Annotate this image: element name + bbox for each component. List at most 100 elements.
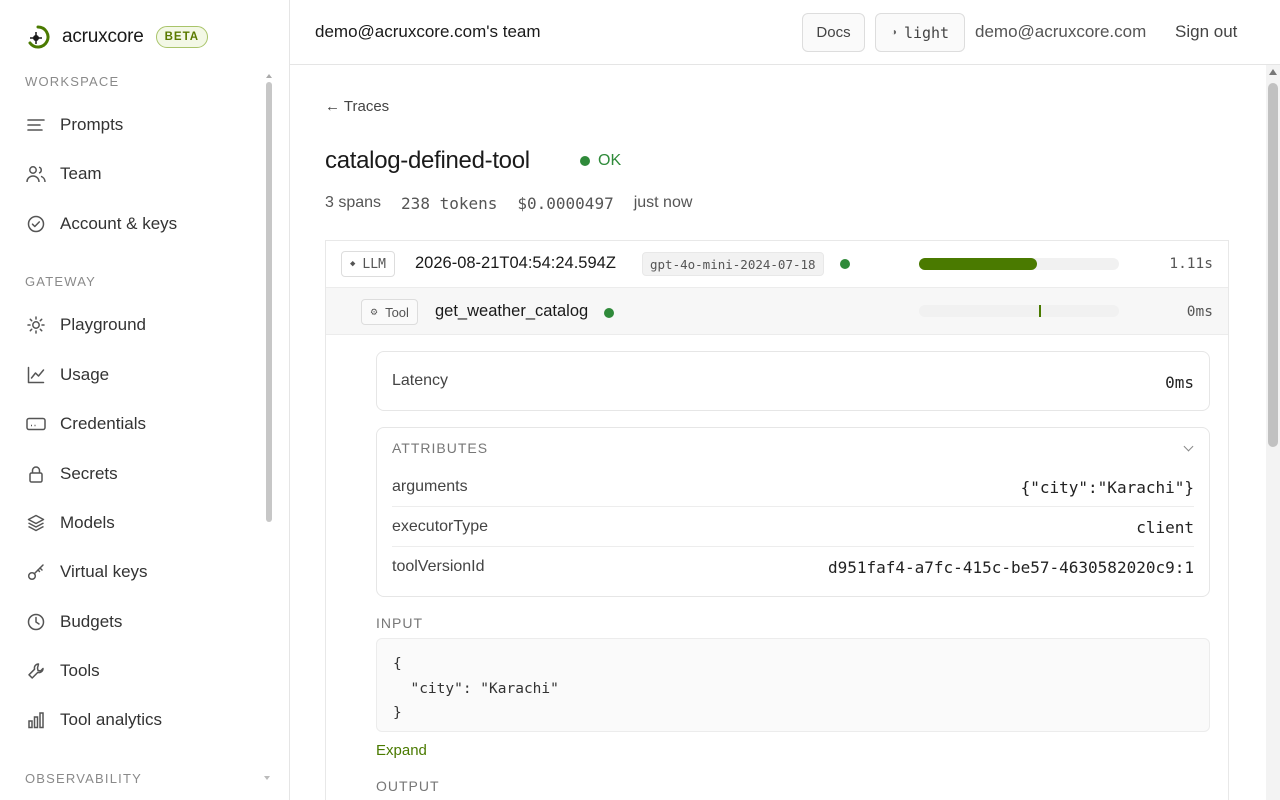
chevron-down-icon[interactable] — [1183, 441, 1194, 452]
attribute-key: toolVersionId — [392, 558, 485, 575]
attribute-value: client — [1136, 518, 1194, 537]
clock-icon — [25, 611, 47, 633]
attribute-row: toolVersionId d951faf4-a7fc-415c-be57-46… — [392, 547, 1194, 587]
main-scrollbar[interactable] — [1266, 65, 1280, 800]
status-dot-icon — [580, 156, 590, 166]
section-gateway: GATEWAY — [25, 274, 96, 289]
latency-label: Latency — [392, 372, 449, 389]
sidebar-item-tools[interactable]: Tools — [25, 653, 265, 689]
bars-icon — [25, 709, 47, 731]
docs-button[interactable]: Docs — [802, 13, 865, 52]
key-icon — [25, 561, 47, 583]
theme-label: light — [903, 23, 950, 42]
attribute-value: {"city":"Karachi"} — [1020, 478, 1194, 497]
span-status-dot-icon — [840, 259, 850, 269]
sidebar-scroll-up[interactable] — [266, 74, 272, 78]
sidebar-item-playground[interactable]: Playground — [25, 307, 265, 343]
main-content: ← Traces catalog-defined-tool OK 3 spans… — [290, 65, 1266, 800]
span-row-tool[interactable]: ⚙ Tool get_weather_catalog 0ms — [326, 288, 1228, 335]
acruxcore-logo-icon — [25, 24, 51, 50]
attribute-value: d951faf4-a7fc-415c-be57-4630582020c9:1 — [827, 558, 1194, 577]
brand-name: acruxcore — [62, 26, 144, 47]
sidebar-item-label: Models — [60, 513, 115, 532]
token-count: 238 tokens — [401, 194, 498, 213]
layers-icon — [25, 512, 47, 534]
sidebar-item-secrets[interactable]: Secrets — [25, 456, 265, 492]
users-icon — [25, 163, 47, 185]
model-tag: gpt-4o-mini-2024-07-18 — [642, 252, 824, 276]
sidebar-item-usage[interactable]: Usage — [25, 357, 265, 393]
sidebar-item-tool-analytics[interactable]: Tool analytics — [25, 702, 265, 738]
chart-icon — [25, 364, 47, 386]
attribute-row: arguments {"city":"Karachi"} — [392, 467, 1194, 507]
sidebar-item-label: Playground — [60, 315, 147, 334]
latency-value: 0ms — [1165, 373, 1194, 392]
section-workspace: WORKSPACE — [25, 74, 120, 89]
trace-time: just now — [633, 194, 693, 211]
trace-meta: 3 spans 238 tokens $0.0000497 just now — [325, 194, 692, 213]
sidebar-item-label: Team — [60, 164, 102, 183]
input-heading: INPUT — [376, 615, 423, 631]
span-kind-label: LLM — [362, 256, 386, 272]
scrollbar-thumb[interactable] — [1268, 83, 1278, 447]
sidebar-scrollbar[interactable] — [266, 82, 272, 522]
sidebar-item-account-keys[interactable]: Account & keys — [25, 206, 265, 242]
sidebar-item-team[interactable]: Team — [25, 156, 265, 192]
sidebar-item-label: Secrets — [60, 464, 118, 483]
wrench-icon — [25, 660, 47, 682]
sidebar-item-models[interactable]: Models — [25, 505, 265, 541]
beta-badge: BETA — [155, 26, 209, 48]
span-status-dot-icon — [604, 308, 614, 318]
span-name: get_weather_catalog — [435, 302, 589, 320]
output-heading: OUTPUT — [376, 778, 440, 794]
trace-tree: ◆ LLM 2026-08-21T04:54:24.594Z gpt-4o-mi… — [325, 240, 1229, 800]
span-duration: 0ms — [1186, 304, 1213, 320]
lock-icon — [25, 463, 47, 485]
sidebar-item-label: Tool analytics — [60, 710, 163, 729]
gear-icon: ⚙ — [370, 306, 379, 317]
sidebar-item-label: Account & keys — [60, 214, 178, 233]
sun-icon — [25, 314, 47, 336]
span-row-llm[interactable]: ◆ LLM 2026-08-21T04:54:24.594Z gpt-4o-mi… — [326, 241, 1228, 288]
attribute-row: executorType client — [392, 507, 1194, 547]
sidebar: acruxcore BETA WORKSPACE Prompts Team Ac… — [0, 0, 290, 800]
theme-toggle-button[interactable]: ◑ light — [875, 13, 965, 52]
span-duration: 1.11s — [1169, 256, 1213, 272]
span-name: 2026-08-21T04:54:24.594Z — [415, 254, 616, 272]
input-code-block: { "city": "Karachi" } — [376, 638, 1210, 732]
span-count: 3 spans — [325, 194, 382, 211]
scroll-up-arrow-icon[interactable] — [1269, 69, 1277, 75]
sidebar-item-label: Virtual keys — [60, 562, 148, 581]
back-to-traces-link[interactable]: ← Traces — [325, 98, 389, 115]
attribute-key: executorType — [392, 518, 489, 535]
team-name[interactable]: demo@acruxcore.com's team — [315, 22, 541, 42]
chevron-down-icon[interactable] — [264, 776, 270, 780]
attributes-heading[interactable]: ATTRIBUTES — [392, 440, 488, 456]
check-circle-icon — [25, 213, 47, 235]
span-kind-label: Tool — [385, 304, 409, 320]
section-observability[interactable]: OBSERVABILITY — [25, 771, 142, 786]
sidebar-item-label: Budgets — [60, 612, 123, 631]
sidebar-item-label: Credentials — [60, 414, 146, 433]
span-kind-badge: ⚙ Tool — [361, 299, 418, 325]
span-duration-bar-tick — [1039, 305, 1041, 317]
status-badge: OK — [580, 152, 621, 170]
latency-card: Latency 0ms — [376, 351, 1210, 411]
sidebar-item-credentials[interactable]: Credentials — [25, 406, 265, 442]
span-duration-bar — [919, 258, 1119, 270]
sidebar-item-prompts[interactable]: Prompts — [25, 107, 265, 143]
brand[interactable]: acruxcore BETA — [25, 22, 209, 52]
status-label: OK — [598, 152, 622, 169]
trace-cost: $0.0000497 — [517, 194, 614, 213]
attributes-card: ATTRIBUTES arguments {"city":"Karachi"} … — [376, 427, 1210, 597]
sign-out-button[interactable]: Sign out — [1175, 22, 1237, 42]
page-title: catalog-defined-tool — [325, 147, 530, 174]
sidebar-item-label: Prompts — [60, 115, 124, 134]
sidebar-item-budgets[interactable]: Budgets — [25, 604, 265, 640]
sidebar-item-virtual-keys[interactable]: Virtual keys — [25, 554, 265, 590]
expand-link[interactable]: Expand — [376, 742, 427, 759]
span-duration-bar-fill — [919, 258, 1037, 270]
user-email: demo@acruxcore.com — [975, 22, 1147, 41]
attribute-key: arguments — [392, 478, 468, 495]
half-moon-icon: ◑ — [890, 27, 897, 38]
